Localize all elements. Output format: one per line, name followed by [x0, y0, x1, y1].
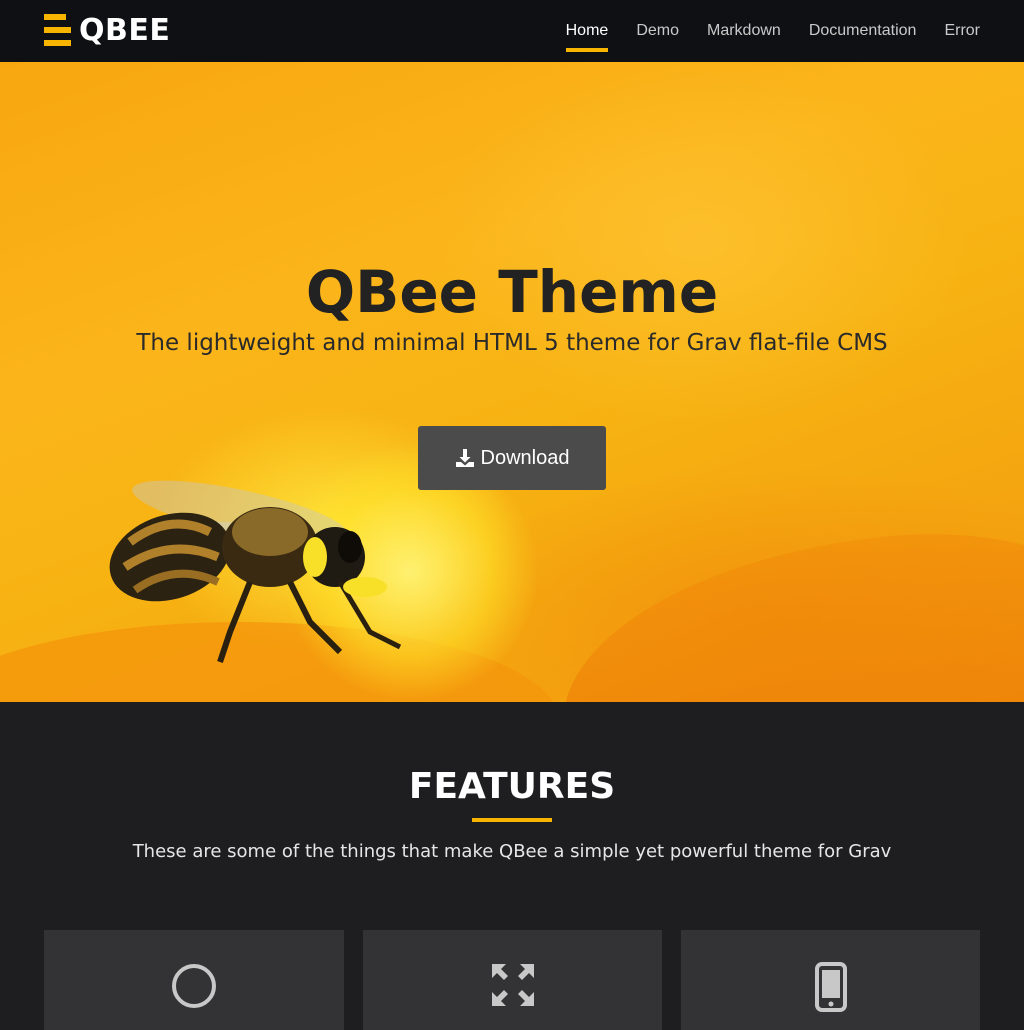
feature-card	[44, 930, 344, 1030]
hero-title: QBee Theme	[305, 258, 719, 326]
hero-subtitle: The lightweight and minimal HTML 5 theme…	[136, 330, 888, 356]
nav-item-error[interactable]: Error	[944, 16, 980, 46]
features-description: These are some of the things that make Q…	[132, 841, 892, 862]
main-nav: Home Demo Markdown Documentation Error	[538, 0, 980, 62]
feature-card	[681, 930, 980, 1030]
expand-arrows-icon	[491, 964, 534, 1006]
features-title-underline	[472, 818, 552, 822]
mobile-phone-icon	[814, 962, 847, 1012]
flower-petal	[547, 513, 1024, 702]
hero-banner: QBee Theme The lightweight and minimal H…	[0, 62, 1024, 702]
circle-icon	[172, 964, 216, 1008]
nav-item-home[interactable]: Home	[565, 16, 608, 52]
nav-item-documentation[interactable]: Documentation	[809, 16, 917, 46]
logo-text: QBEE	[79, 12, 171, 48]
bee-image	[109, 480, 402, 663]
download-button[interactable]: Download	[418, 426, 606, 490]
logo-bars-icon	[44, 13, 71, 47]
nav-item-markdown[interactable]: Markdown	[707, 16, 781, 46]
features-section: FEATURES These are some of the things th…	[0, 702, 1024, 1030]
download-icon	[455, 449, 474, 467]
download-button-label: Download	[480, 446, 570, 469]
feature-card	[363, 930, 662, 1030]
top-navbar: QBEE Home Demo Markdown Documentation Er…	[0, 0, 1024, 62]
features-title: FEATURES	[408, 766, 616, 807]
site-logo[interactable]: QBEE	[44, 12, 171, 48]
nav-item-demo[interactable]: Demo	[636, 16, 679, 46]
